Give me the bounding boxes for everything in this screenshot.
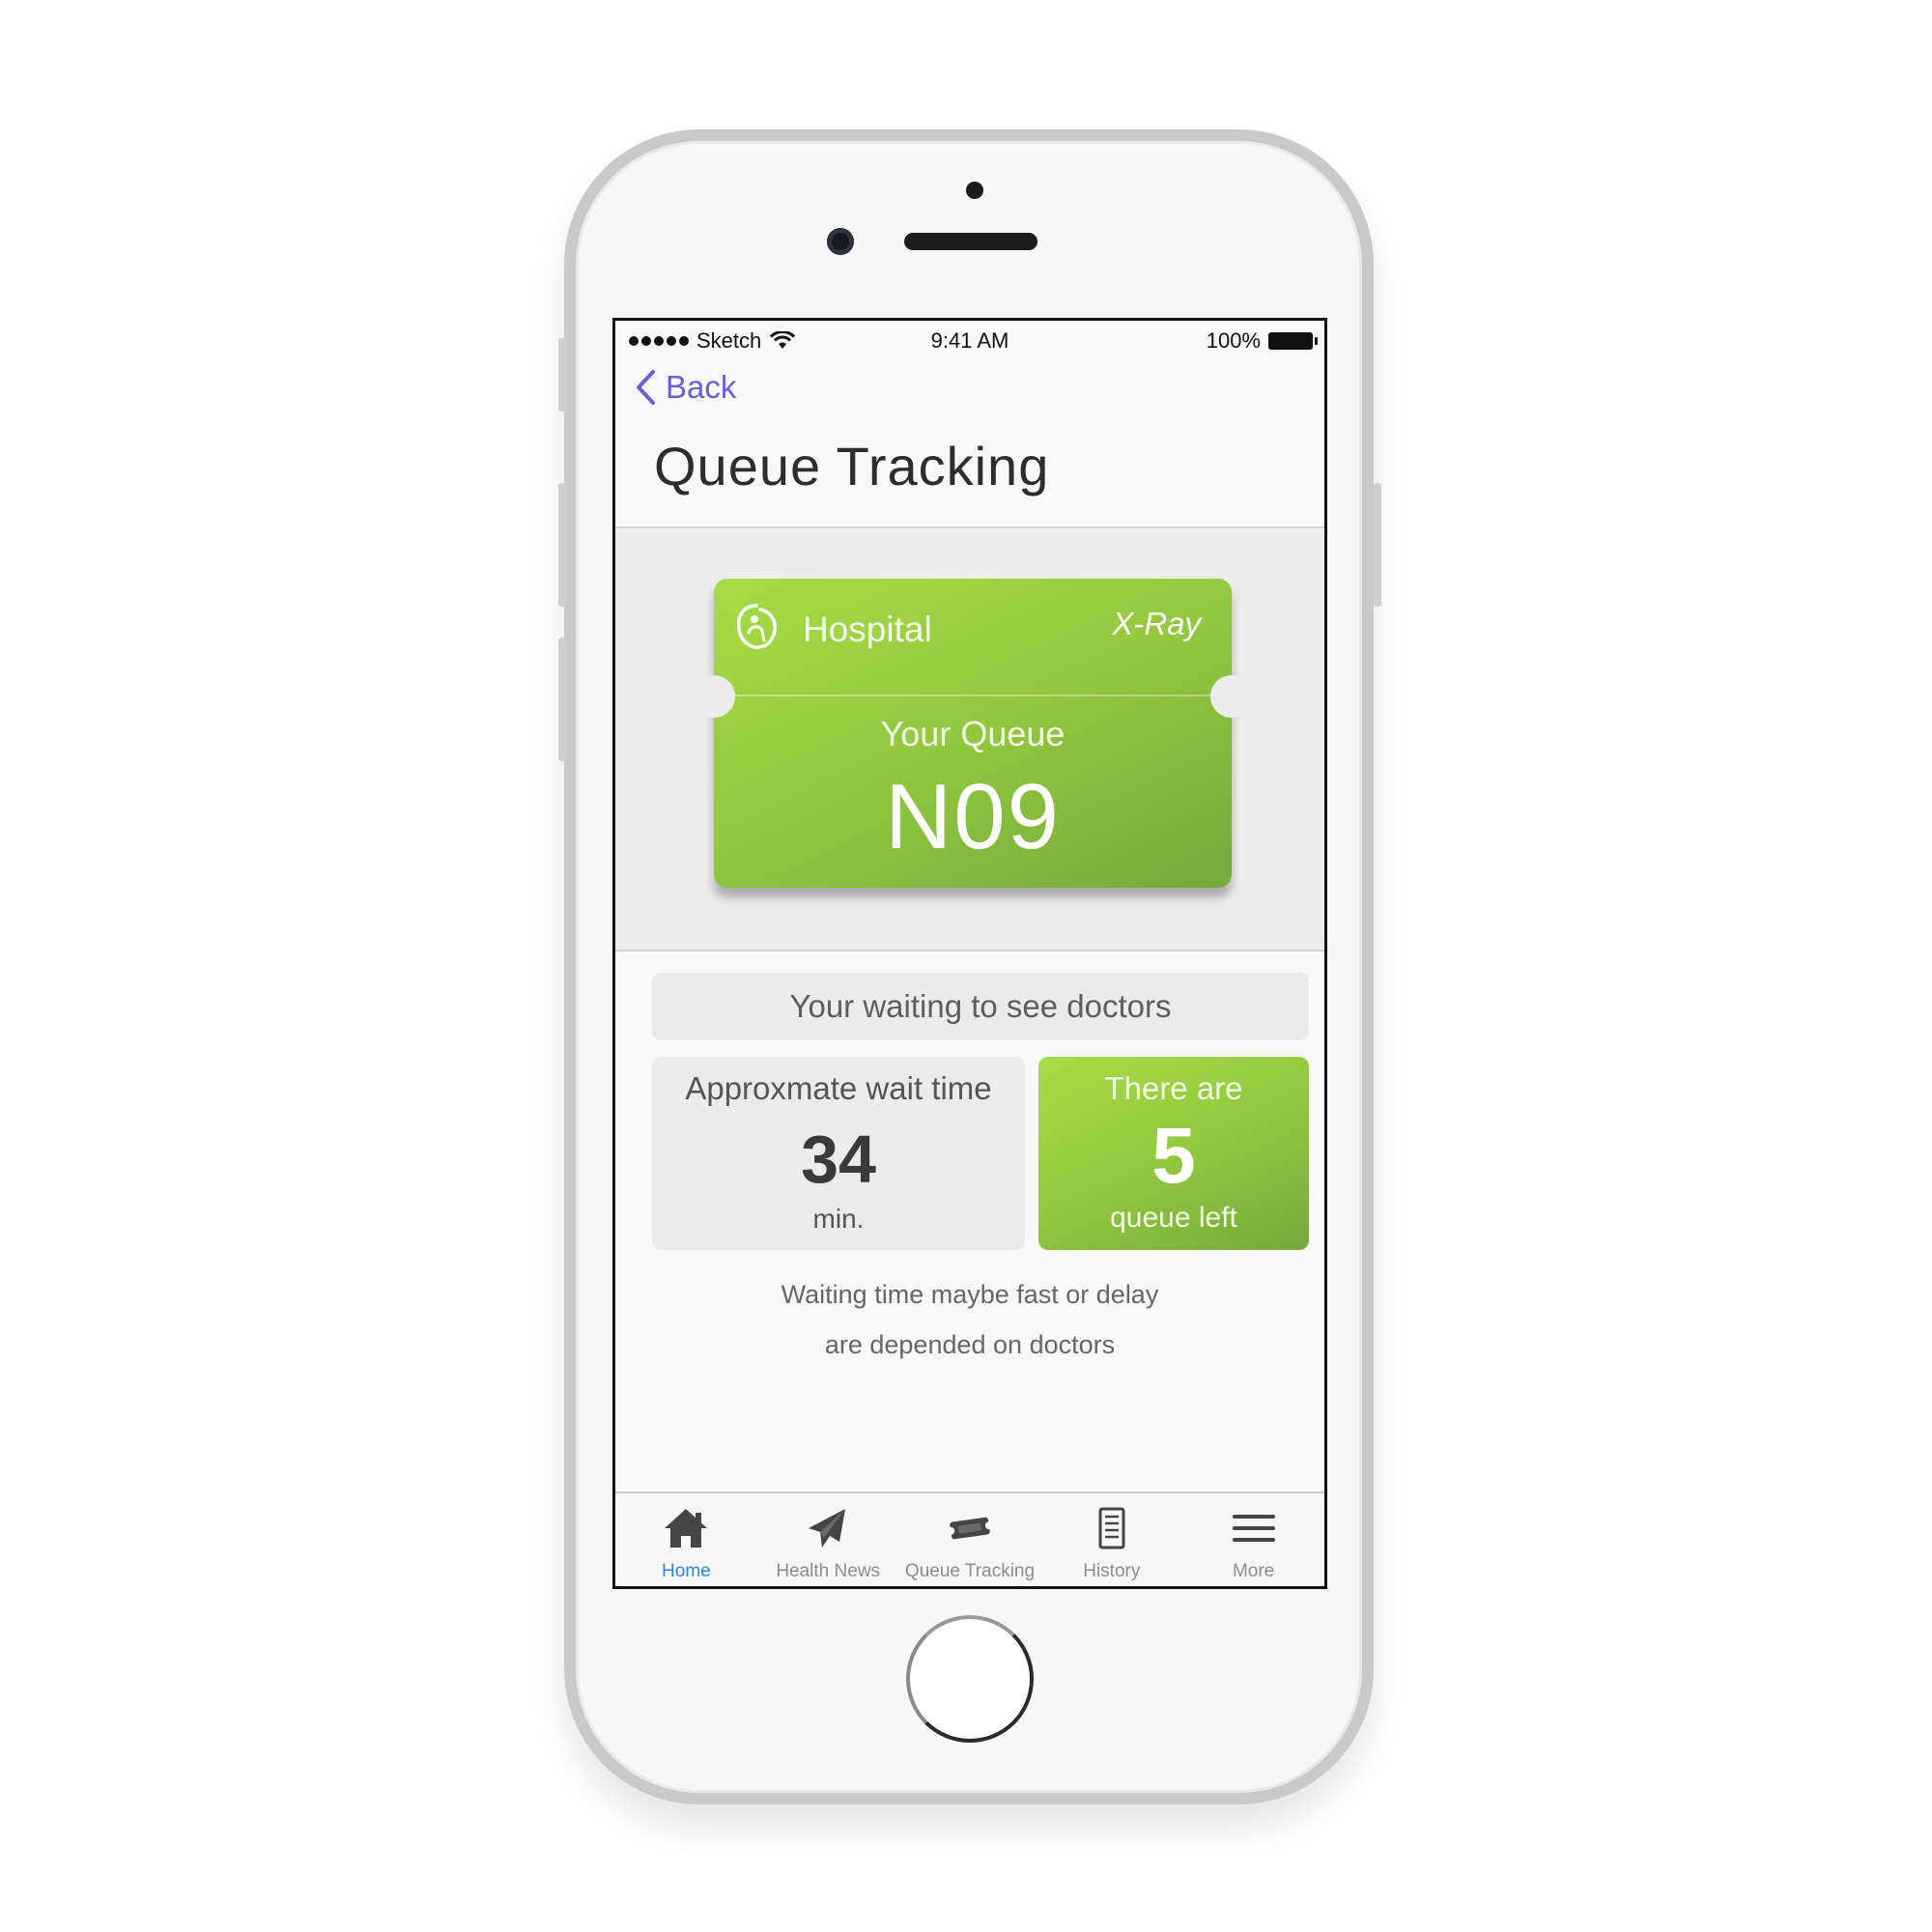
tab-more[interactable]: More: [1182, 1493, 1324, 1586]
queue-left-label: There are: [1104, 1070, 1243, 1106]
hospital-name: Hospital: [803, 610, 932, 649]
volume-down-button: [558, 638, 566, 761]
menu-icon: [1232, 1515, 1275, 1542]
queue-left-card: There are 5 queue left: [1038, 1057, 1309, 1250]
wait-time-label: Approxmate wait time: [685, 1070, 992, 1106]
mute-switch: [558, 338, 566, 412]
tab-health-news[interactable]: Health News: [757, 1493, 899, 1586]
wait-note-line-2: are depended on doctors: [824, 1330, 1116, 1359]
department-name: X-Ray: [1112, 606, 1201, 641]
tab-queue-tracking-label: Queue Tracking: [904, 1561, 1036, 1581]
wait-note-line-1: Waiting time maybe fast or delay: [781, 1280, 1159, 1309]
tab-queue-tracking[interactable]: Queue Tracking: [899, 1493, 1041, 1586]
battery-percent: 100%: [1206, 328, 1261, 353]
queue-label: Your Queue: [880, 714, 1065, 753]
document-icon: [1098, 1507, 1125, 1549]
chevron-left-icon: [637, 370, 655, 405]
waiting-banner: Your waiting to see doctors: [652, 973, 1309, 1040]
page-title: Queue Tracking: [654, 436, 1050, 497]
ticket-icon: [947, 1517, 993, 1540]
power-button: [1374, 483, 1381, 607]
tab-health-news-label: Health News: [776, 1561, 881, 1581]
proximity-sensor: [966, 182, 983, 199]
paper-plane-icon: [809, 1509, 846, 1548]
tab-history-label: History: [1083, 1561, 1141, 1581]
queue-left-unit: queue left: [1110, 1202, 1237, 1234]
hospital-logo-icon: [736, 604, 777, 649]
tab-more-label: More: [1232, 1561, 1275, 1581]
earpiece-speaker: [904, 233, 1037, 250]
battery-icon: [1268, 332, 1318, 350]
tab-history[interactable]: History: [1040, 1493, 1182, 1586]
ticket-divider: [735, 695, 1210, 696]
ticket-area: Hospital X-Ray Your Queue N09: [615, 526, 1324, 952]
home-icon: [665, 1509, 708, 1548]
queue-left-value: 5: [1151, 1112, 1196, 1200]
ticket-notch-right: [1210, 675, 1253, 718]
app-screen: Sketch 9:41 AM 100% Back Queue Tracking: [612, 318, 1327, 1589]
home-button[interactable]: [906, 1615, 1034, 1743]
status-right: 100%: [1206, 328, 1318, 354]
front-camera: [827, 228, 854, 255]
wait-time-value: 34: [801, 1122, 876, 1197]
queue-number: N09: [884, 765, 1062, 868]
status-bar: Sketch 9:41 AM 100%: [615, 321, 1324, 359]
ticket-notch-left: [693, 675, 735, 718]
tab-bar: Home Health News Queue Tracking History …: [615, 1492, 1324, 1586]
volume-up-button: [558, 483, 566, 607]
queue-ticket: Hospital X-Ray Your Queue N09: [693, 579, 1253, 888]
wait-note: Waiting time maybe fast or delay are dep…: [615, 1269, 1324, 1370]
tab-home-label: Home: [662, 1561, 711, 1581]
wait-time-card: Approxmate wait time 34 min.: [652, 1057, 1025, 1250]
back-label: Back: [666, 369, 737, 405]
back-button[interactable]: Back: [635, 369, 736, 406]
wait-time-unit: min.: [812, 1204, 865, 1234]
tab-home[interactable]: Home: [615, 1493, 757, 1586]
